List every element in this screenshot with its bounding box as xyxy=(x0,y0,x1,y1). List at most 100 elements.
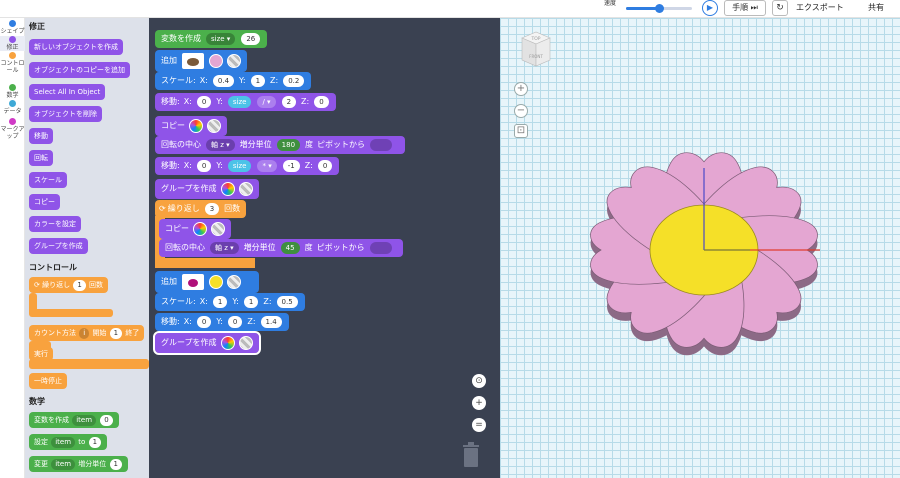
ws-block-rotate-1[interactable]: 回転の中心 軸 z ▾ 増分単位 180 度 ピボットから xyxy=(155,136,405,154)
ws-block-add-2[interactable]: 追加 xyxy=(155,271,259,293)
change-var-dropdown[interactable]: item xyxy=(51,459,76,470)
move-z[interactable]: 1.4 xyxy=(260,316,282,328)
move-x[interactable]: 0 xyxy=(196,96,212,108)
count-var-dropdown[interactable]: i xyxy=(79,328,90,339)
share-button[interactable]: 共有 xyxy=(868,2,884,13)
ws-block-add[interactable]: 追加 xyxy=(155,50,247,72)
ws-block-repeat[interactable]: ⟳ 繰り返し 3 回数 xyxy=(155,200,247,218)
flower-model[interactable] xyxy=(500,18,900,478)
ws-block-scale-2[interactable]: スケール: X: 1 Y: 1 Z: 0.5 xyxy=(155,293,305,311)
axis-dropdown[interactable]: 軸 z ▾ xyxy=(206,139,235,151)
ws-block-move-2[interactable]: 移動: X: 0 Y: size * ▾ -1 Z: 0 xyxy=(155,157,340,175)
change-value[interactable]: 1 xyxy=(109,459,122,470)
3d-viewport[interactable]: TOP FRONT + − ⊡ xyxy=(500,18,900,478)
color-swatch-yellow[interactable] xyxy=(209,275,223,289)
move-z[interactable]: 0 xyxy=(314,96,329,108)
zoom-out-button[interactable]: = xyxy=(472,418,486,432)
set-value[interactable]: 1 xyxy=(88,437,102,448)
scale-x[interactable]: 1 xyxy=(212,296,228,308)
move-z[interactable]: 0 xyxy=(317,160,333,172)
create-var-dropdown[interactable]: item xyxy=(72,415,97,426)
ws-block-copy-1[interactable]: コピー xyxy=(155,116,227,136)
color-swatch-pink[interactable] xyxy=(209,54,223,68)
transparent-swatch[interactable] xyxy=(227,275,241,289)
color-picker-icon[interactable] xyxy=(220,182,235,196)
palette-block-count[interactable]: カウント方法 i 開始 1 終了 xyxy=(29,325,145,341)
scale-y[interactable]: 1 xyxy=(250,75,266,87)
count-from-value[interactable]: 1 xyxy=(109,328,123,339)
palette-block-set-color[interactable]: カラーを設定 xyxy=(29,216,81,232)
palette-block-delete-object[interactable]: オブジェクトを削除 xyxy=(29,106,102,122)
scale-z[interactable]: 0.2 xyxy=(283,75,305,87)
speed-slider[interactable] xyxy=(626,4,692,13)
ws-block-move-3[interactable]: 移動: X: 0 Y: 0 Z: 1.4 xyxy=(155,313,289,331)
move-y-value[interactable]: 2 xyxy=(281,96,297,108)
palette-block-group[interactable]: グループを作成 xyxy=(29,238,88,254)
repeat-count[interactable]: 1 xyxy=(73,280,86,291)
palette-block-select-all[interactable]: Select All In Object xyxy=(29,84,106,100)
zoom-reset-button[interactable]: ⊙ xyxy=(472,374,486,388)
shape-thumbnail[interactable] xyxy=(182,274,204,290)
ws-block-copy-2[interactable]: コピー xyxy=(159,219,231,239)
rotate-value[interactable]: 45 xyxy=(280,242,300,254)
palette-block-set-var[interactable]: 設定 item to 1 xyxy=(29,434,108,450)
op-dropdown[interactable]: * ▾ xyxy=(257,160,277,172)
op-dropdown[interactable]: / ▾ xyxy=(257,96,276,108)
palette-block-scale[interactable]: スケール xyxy=(29,172,67,188)
pivot-slot[interactable] xyxy=(370,139,393,151)
ws-block-scale-1[interactable]: スケール: X: 0.4 Y: 1 Z: 0.2 xyxy=(155,72,312,90)
var-value[interactable]: 26 xyxy=(241,33,261,45)
ws-block-move-1[interactable]: 移動: X: 0 Y: size / ▾ 2 Z: 0 xyxy=(155,93,336,111)
reset-button[interactable]: ↻ xyxy=(772,0,788,16)
category-shapes[interactable]: シェイプ xyxy=(0,20,25,35)
palette-block-pause[interactable]: 一時停止 xyxy=(29,373,67,389)
ws-block-rotate-2[interactable]: 回転の中心 軸 z ▾ 増分単位 45 度 ピボットから xyxy=(159,239,403,257)
ws-block-group-2[interactable]: グループを作成 xyxy=(153,331,261,355)
speed-slider-knob[interactable] xyxy=(655,4,664,13)
color-picker-icon[interactable] xyxy=(189,119,203,133)
move-x[interactable]: 0 xyxy=(196,160,212,172)
repeat-count[interactable]: 3 xyxy=(204,203,220,215)
move-y-var[interactable]: size xyxy=(227,96,252,108)
category-markup[interactable]: マークアップ xyxy=(0,118,25,140)
move-y-value[interactable]: -1 xyxy=(282,160,300,172)
ws-block-group-1[interactable]: グループを作成 xyxy=(155,179,259,199)
create-var-value[interactable]: 0 xyxy=(100,415,113,426)
set-var-dropdown[interactable]: item xyxy=(51,437,76,448)
rotate-value[interactable]: 180 xyxy=(276,139,301,151)
transparent-swatch[interactable] xyxy=(207,119,221,133)
move-x[interactable]: 0 xyxy=(196,316,212,328)
category-math[interactable]: 数学 xyxy=(0,84,25,99)
zoom-in-button[interactable]: + xyxy=(472,396,486,410)
palette-block-copy[interactable]: コピー xyxy=(29,194,60,210)
export-button[interactable]: エクスポート xyxy=(796,2,844,13)
palette-block-rotate[interactable]: 回転 xyxy=(29,150,53,166)
palette-block-move[interactable]: 移動 xyxy=(29,128,53,144)
var-dropdown[interactable]: size ▾ xyxy=(206,33,236,45)
category-data[interactable]: データ xyxy=(0,100,25,115)
scale-x[interactable]: 0.4 xyxy=(212,75,235,87)
axis-dropdown[interactable]: 軸 z ▾ xyxy=(210,242,239,254)
palette-block-new-object[interactable]: 新しいオブジェクトを作成 xyxy=(29,39,123,55)
step-button[interactable]: 手順 ⏭ xyxy=(724,0,766,16)
ws-block-create-var[interactable]: 変数を作成 size ▾ 26 xyxy=(155,30,268,48)
move-y-var[interactable]: size xyxy=(227,160,252,172)
color-picker-icon[interactable] xyxy=(220,336,235,350)
play-button[interactable]: ▶ xyxy=(702,0,718,16)
color-picker-icon[interactable] xyxy=(193,222,207,236)
transparent-swatch[interactable] xyxy=(211,222,225,236)
scale-z[interactable]: 0.5 xyxy=(276,296,298,308)
trash-icon[interactable] xyxy=(462,442,480,468)
category-modify[interactable]: 修正 xyxy=(0,36,25,51)
transparent-swatch[interactable] xyxy=(238,336,253,350)
palette-block-repeat[interactable]: ⟳ 繰り返し 1 回数 xyxy=(29,277,109,293)
category-control[interactable]: コントロール xyxy=(0,52,25,74)
palette-block-change-var[interactable]: 変更 item 増分単位 1 xyxy=(29,456,128,472)
shape-thumbnail[interactable] xyxy=(182,53,204,69)
scale-y[interactable]: 1 xyxy=(243,296,259,308)
transparent-swatch[interactable] xyxy=(227,54,241,68)
move-y[interactable]: 0 xyxy=(227,316,243,328)
palette-block-add-copy[interactable]: オブジェクトのコピーを追加 xyxy=(29,62,130,78)
pivot-slot[interactable] xyxy=(369,242,392,254)
transparent-swatch[interactable] xyxy=(238,182,253,196)
